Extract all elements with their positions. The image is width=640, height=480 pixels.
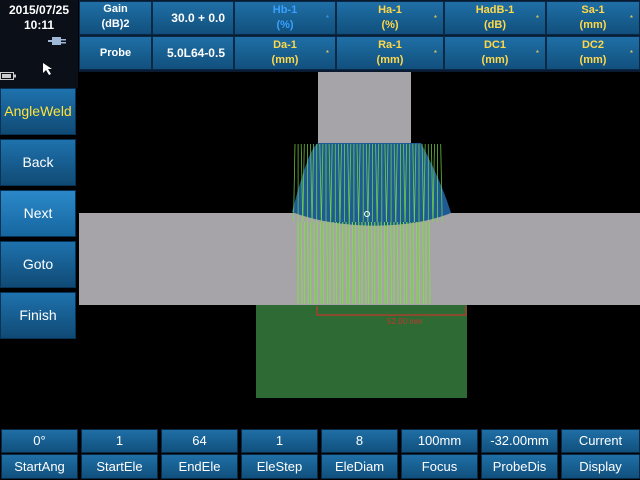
measure-hadb1[interactable]: HadB-1 (dB) * (444, 1, 546, 35)
measure-unit: (mm) (376, 54, 404, 66)
param-label: EndEle (161, 454, 238, 479)
measure-star: * (629, 14, 633, 23)
param-label: EleDiam (321, 454, 398, 479)
param-value[interactable]: 100mm (401, 429, 478, 453)
measure-star: * (629, 49, 633, 58)
measure-da1[interactable]: Da-1 (mm) * (234, 36, 336, 70)
measure-dc2[interactable]: DC2 (mm) * (546, 36, 640, 70)
measure-unit: (mm) (481, 54, 509, 66)
measure-unit: (%) (276, 19, 294, 31)
param-value[interactable]: Current (561, 429, 640, 453)
weld-view-canvas[interactable]: 52.00 mm (79, 72, 640, 428)
probe-value-cell[interactable]: 5.0L64-0.5 (152, 36, 234, 70)
param-label: ProbeDis (481, 454, 558, 479)
param-startang[interactable]: 0° StartAng (0, 428, 79, 480)
menu-spacer (0, 342, 78, 428)
status-panel: 2015/07/25 10:11 (0, 0, 78, 88)
measure-label: Ra-1 (378, 39, 402, 51)
mouse-pointer-icon (43, 63, 52, 75)
gain-label: Gain (103, 3, 128, 15)
menu-title-angleweld[interactable]: AngleWeld (0, 88, 76, 135)
param-value[interactable]: -32.00mm (481, 429, 558, 453)
param-startele[interactable]: 1 StartEle (80, 428, 159, 480)
measure-unit: (mm) (271, 54, 299, 66)
probe-wedge (256, 305, 467, 398)
measure-star: * (325, 49, 329, 58)
measure-dc1[interactable]: DC1 (mm) * (444, 36, 546, 70)
measure-hb1[interactable]: Hb-1 (%) * (234, 1, 336, 35)
param-label: StartAng (1, 454, 78, 479)
power-plug-icon (48, 37, 66, 45)
param-label: EleStep (241, 454, 318, 479)
probe-value: 5.0L64-0.5 (166, 46, 225, 60)
gain-unit: (dB)2 (101, 18, 130, 30)
measure-label: Da-1 (273, 39, 297, 51)
param-label: Display (561, 454, 640, 479)
probe-label-cell[interactable]: Probe (79, 36, 152, 70)
probe-distance-label: 52.00 mm (387, 317, 423, 326)
measure-unit: (mm) (579, 19, 607, 31)
measure-star: * (535, 14, 539, 23)
param-value[interactable]: 64 (161, 429, 238, 453)
gain-label-cell[interactable]: Gain (dB)2 (79, 1, 152, 35)
measure-unit: (dB) (484, 19, 506, 31)
measure-star: * (433, 14, 437, 23)
param-elestep[interactable]: 1 EleStep (240, 428, 319, 480)
measure-label: DC2 (581, 39, 604, 51)
measure-ha1[interactable]: Ha-1 (%) * (336, 1, 444, 35)
finish-button[interactable]: Finish (0, 292, 76, 339)
param-value[interactable]: 1 (81, 429, 158, 453)
weld-fan (292, 143, 451, 226)
goto-button[interactable]: Goto (0, 241, 76, 288)
measure-label: HadB-1 (475, 4, 515, 16)
measure-ra1[interactable]: Ra-1 (mm) * (336, 36, 444, 70)
parameter-bar: 0° StartAng 1 StartEle 64 EndEle 1 EleSt… (0, 428, 640, 480)
param-elediam[interactable]: 8 EleDiam (320, 428, 399, 480)
battery-icon (0, 72, 16, 80)
measure-label: Ha-1 (378, 4, 402, 16)
param-label: StartEle (81, 454, 158, 479)
param-value[interactable]: 8 (321, 429, 398, 453)
param-label: Focus (401, 454, 478, 479)
gain-value: 30.0 + 0.0 (171, 11, 225, 25)
measure-unit: (%) (381, 19, 399, 31)
back-button[interactable]: Back (0, 139, 76, 186)
measure-label: Sa-1 (581, 4, 605, 16)
measure-unit: (mm) (579, 54, 607, 66)
param-display[interactable]: Current Display (560, 428, 640, 480)
time-readout: 10:11 (23, 18, 55, 32)
weld-geometry: 52.00 mm (79, 72, 640, 398)
gain-value-cell[interactable]: 30.0 + 0.0 (152, 1, 234, 35)
param-probedis[interactable]: -32.00mm ProbeDis (480, 428, 559, 480)
param-endele[interactable]: 64 EndEle (160, 428, 239, 480)
measure-sa1[interactable]: Sa-1 (mm) * (546, 1, 640, 35)
measure-star: * (325, 14, 329, 23)
date-readout: 2015/07/25 (8, 3, 70, 17)
measure-star: * (535, 49, 539, 58)
param-value[interactable]: 0° (1, 429, 78, 453)
param-value[interactable]: 1 (241, 429, 318, 453)
measure-star: * (433, 49, 437, 58)
measurement-bar: Gain (dB)2 30.0 + 0.0 Probe 5.0L64-0.5 H… (79, 0, 640, 72)
probe-label: Probe (99, 47, 132, 59)
param-focus[interactable]: 100mm Focus (400, 428, 479, 480)
measure-label: DC1 (483, 39, 506, 51)
measure-label: Hb-1 (272, 4, 298, 16)
next-button[interactable]: Next (0, 190, 76, 237)
